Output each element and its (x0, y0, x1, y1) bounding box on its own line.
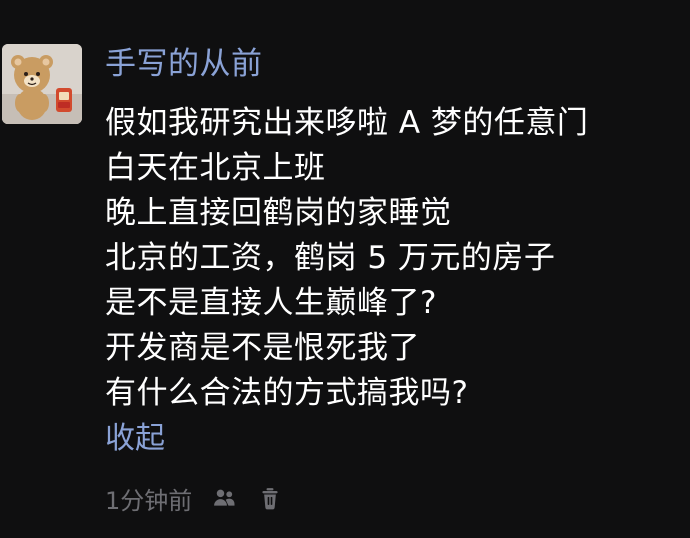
comment-line: 晚上直接回鹤岗的家睡觉 (105, 195, 452, 231)
timestamp: 1分钟前 (105, 486, 193, 515)
collapse-button[interactable]: 收起 (105, 421, 165, 457)
avatar[interactable] (2, 44, 82, 124)
username[interactable]: 手写的从前 (105, 46, 263, 82)
avatar-bear-icon (2, 44, 82, 124)
comment-line: 白天在北京上班 (105, 150, 326, 186)
comment-line: 北京的工资，鹤岗 5 万元的房子 (105, 240, 556, 276)
comment-line: 有什么合法的方式搞我吗? (105, 375, 469, 411)
comment-content: 假如我研究出来哆啦 A 梦的任意门 白天在北京上班 晚上直接回鹤岗的家睡觉 北京… (105, 101, 675, 416)
users-icon[interactable] (210, 484, 238, 512)
comment-meta: 1分钟前 (105, 481, 302, 515)
trash-icon[interactable] (256, 484, 284, 512)
comment-post: 手写的从前 假如我研究出来哆啦 A 梦的任意门 白天在北京上班 晚上直接回鹤岗的… (0, 0, 690, 538)
comment-line: 假如我研究出来哆啦 A 梦的任意门 (105, 105, 589, 141)
comment-line: 开发商是不是恨死我了 (105, 330, 420, 366)
comment-line: 是不是直接人生巅峰了? (105, 285, 437, 321)
